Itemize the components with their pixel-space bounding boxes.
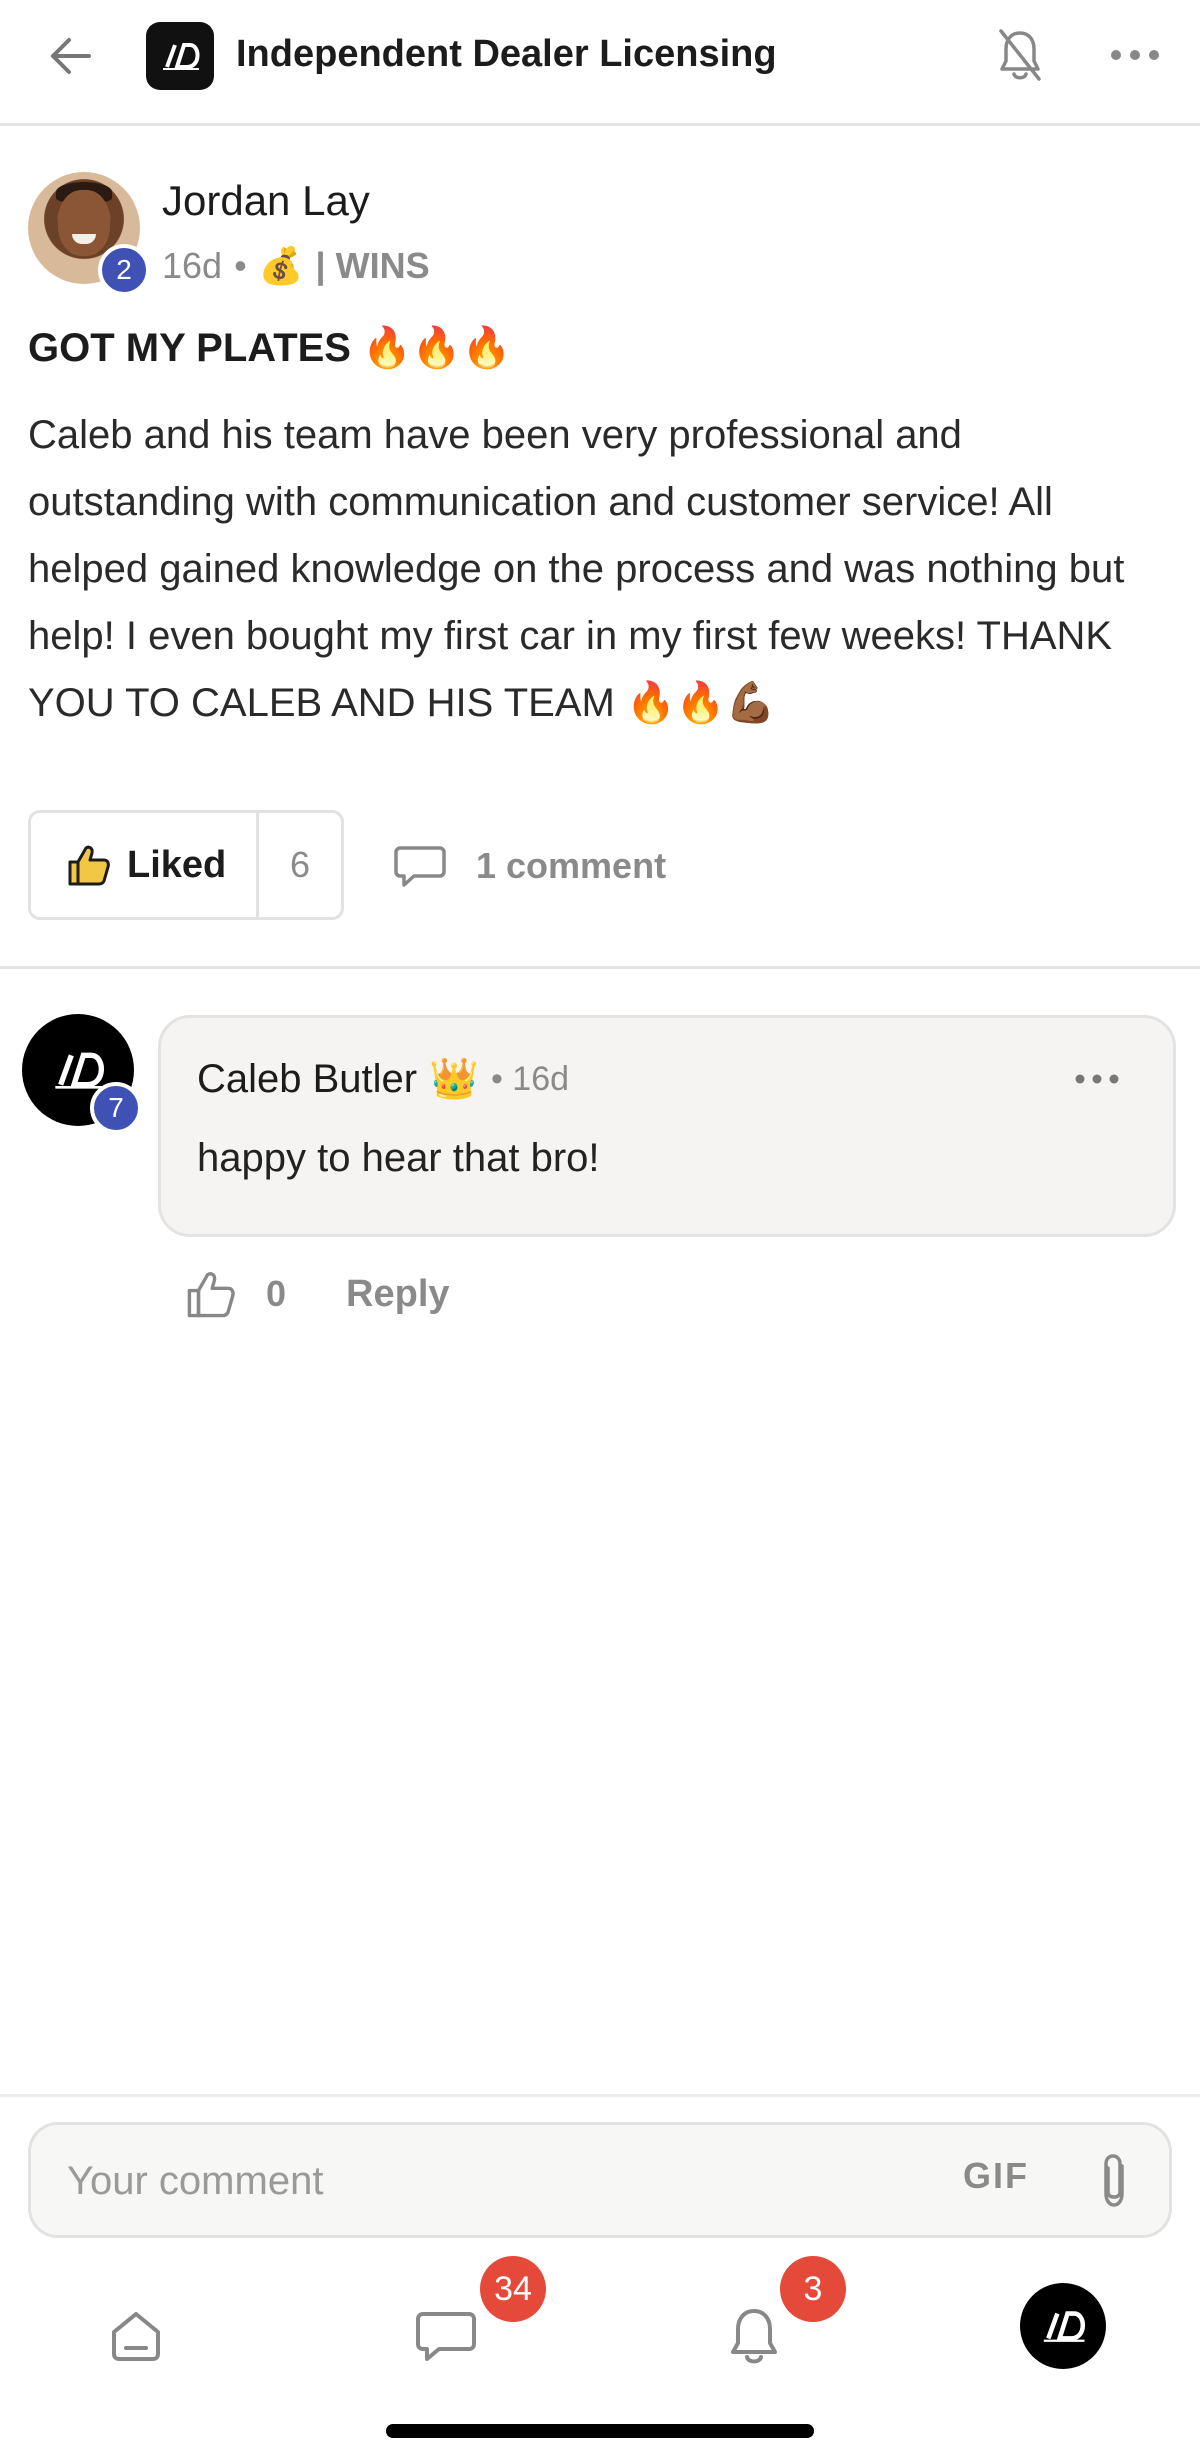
comment-time: • 16d xyxy=(490,1060,570,1098)
comments-count-label: 1 comment xyxy=(476,845,667,886)
comment-icon xyxy=(394,846,446,887)
like-button[interactable]: Liked xyxy=(31,813,259,917)
thumbs-up-outline-icon[interactable] xyxy=(186,1269,236,1319)
gif-button[interactable]: GIF xyxy=(963,2155,1029,2197)
attach-button[interactable] xyxy=(1087,2147,1141,2215)
thumbs-up-icon xyxy=(68,845,110,886)
more-options-button[interactable] xyxy=(1100,30,1170,80)
reply-button[interactable]: Reply xyxy=(346,1273,449,1316)
nav-chat[interactable] xyxy=(396,2296,496,2376)
post-time: 16d xyxy=(162,245,223,286)
composer-divider xyxy=(0,2094,1200,2097)
comment-more-button[interactable] xyxy=(1067,1064,1127,1094)
commenter-name[interactable]: Caleb Butler xyxy=(197,1054,417,1104)
chat-badge: 34 xyxy=(480,2256,546,2322)
post-meta: 16d • 💰 | WINS xyxy=(162,244,430,288)
post-detail-screen: Independent Dealer Licensing 2 Jordan La… xyxy=(0,0,1200,2464)
comments-link[interactable]: 1 comment xyxy=(394,836,666,896)
id-logo-icon xyxy=(1043,2311,1086,2342)
commenter-name-row: Caleb Butler 👑 • 16d xyxy=(197,1054,569,1104)
crown-badge: 👑 xyxy=(429,1057,479,1101)
commenter-level-badge: 7 xyxy=(90,1082,142,1134)
id-logo-icon xyxy=(55,1052,104,1089)
mute-notifications-button[interactable] xyxy=(990,20,1050,90)
comment-bubble: Caleb Butler 👑 • 16d happy to hear that … xyxy=(158,1015,1176,1237)
paperclip-icon xyxy=(1104,2154,1124,2207)
chat-icon xyxy=(416,2312,476,2361)
nav-profile[interactable] xyxy=(1020,2283,1106,2369)
comment-actions: 0 Reply xyxy=(186,1262,450,1326)
bottom-navigation: 34 3 xyxy=(0,2256,1200,2396)
comment-text: happy to hear that bro! xyxy=(197,1136,600,1180)
comment-input[interactable] xyxy=(67,2149,927,2213)
group-title: Independent Dealer Licensing xyxy=(236,33,777,75)
more-horizontal-icon xyxy=(1111,50,1159,60)
notifications-badge: 3 xyxy=(780,2256,846,2322)
like-control: Liked 6 xyxy=(28,810,344,920)
author-level-badge: 2 xyxy=(98,244,150,296)
bell-off-icon xyxy=(999,29,1041,81)
comment-like-count: 0 xyxy=(266,1273,287,1314)
comment-composer: GIF xyxy=(28,2122,1172,2238)
meta-separator: • xyxy=(234,245,247,286)
like-count[interactable]: 6 xyxy=(259,813,341,917)
top-app-bar: Independent Dealer Licensing xyxy=(0,0,1200,126)
home-icon xyxy=(112,2312,160,2361)
post-body: Caleb and his team have been very profes… xyxy=(28,413,1125,725)
nav-home[interactable] xyxy=(86,2296,186,2376)
category-emoji: 💰 xyxy=(258,245,304,286)
home-indicator[interactable] xyxy=(386,2424,814,2438)
group-logo[interactable] xyxy=(146,22,214,90)
post-title: GOT MY PLATES 🔥🔥🔥 xyxy=(28,326,512,370)
back-button[interactable] xyxy=(30,24,110,88)
like-label: Liked xyxy=(127,843,227,886)
arrow-left-icon xyxy=(51,38,91,74)
section-divider xyxy=(0,966,1200,969)
bell-icon xyxy=(731,2309,777,2364)
more-horizontal-icon xyxy=(1075,1074,1119,1084)
post-category[interactable]: | WINS xyxy=(316,244,430,288)
id-logo-icon xyxy=(163,43,200,70)
post-author-name[interactable]: Jordan Lay xyxy=(162,176,370,226)
